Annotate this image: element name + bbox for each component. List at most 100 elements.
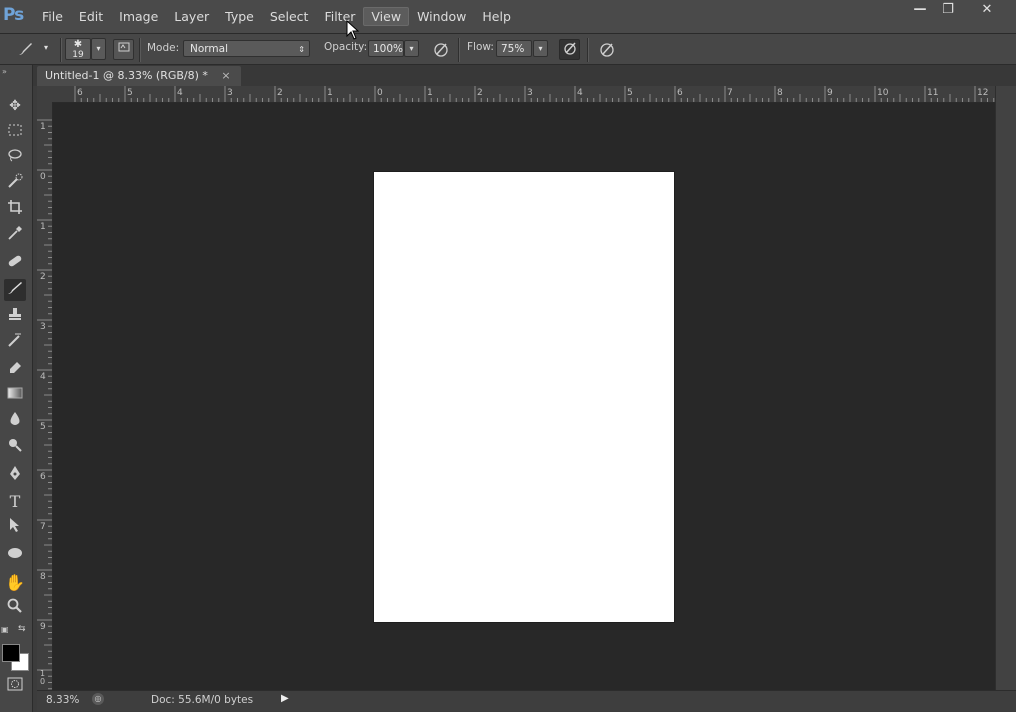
opacity-input[interactable]: 100%: [368, 40, 404, 57]
brush-tool-preset-icon[interactable]: [15, 40, 34, 59]
menu-window[interactable]: Window: [409, 7, 474, 26]
ruler-label: 2: [277, 88, 283, 98]
brush-size-picker[interactable]: ✱ 19: [65, 38, 91, 60]
minimize-button[interactable]: —: [906, 0, 934, 20]
ruler-label: 6: [40, 472, 46, 482]
vertical-scrollbar[interactable]: [995, 86, 1016, 690]
document-tab-title: Untitled-1 @ 8.33% (RGB/8) *: [45, 69, 208, 82]
ruler-label: 2: [477, 88, 483, 98]
opacity-label: Opacity:: [324, 41, 368, 53]
flow-label: Flow:: [467, 41, 494, 53]
menu-edit[interactable]: Edit: [71, 7, 111, 26]
vertical-ruler[interactable]: 1 0 1 2 3 4 5 6 7 8 9 1 0: [37, 102, 53, 690]
ruler-label: 3: [40, 322, 46, 332]
ruler-ticks-top: [74, 86, 995, 102]
close-tab-icon[interactable]: ×: [221, 69, 230, 82]
quick-selection-tool-icon[interactable]: [4, 173, 26, 195]
brush-tip-icon: ✱: [73, 39, 83, 50]
status-options-icon[interactable]: ◎: [92, 693, 104, 705]
ruler-label: 2: [40, 272, 46, 282]
menu-image[interactable]: Image: [111, 7, 166, 26]
flow-input[interactable]: 75%: [496, 40, 532, 57]
dodge-tool-icon[interactable]: [4, 437, 26, 459]
ruler-label: 5: [627, 88, 633, 98]
document-canvas[interactable]: [374, 172, 674, 622]
type-tool-icon[interactable]: T: [4, 491, 26, 513]
ruler-label: 4: [40, 372, 46, 382]
photoshop-logo: Ps: [3, 5, 24, 25]
ruler-label: 11: [927, 88, 939, 98]
ruler-label: 4: [577, 88, 583, 98]
airbrush-icon[interactable]: [559, 39, 580, 60]
ruler-label: 6: [677, 88, 683, 98]
brush-tool-icon[interactable]: [4, 279, 26, 301]
document-info: Doc: 55.6M/0 bytes: [151, 694, 254, 706]
ellipse-tool-icon[interactable]: [4, 544, 26, 566]
menu-layer[interactable]: Layer: [166, 7, 217, 26]
zoom-level[interactable]: 8.33%: [46, 694, 79, 706]
updown-icon: ⇕: [298, 45, 305, 54]
menu-select[interactable]: Select: [262, 7, 317, 26]
pressure-size-icon[interactable]: [597, 40, 616, 59]
history-brush-tool-icon[interactable]: [4, 332, 26, 354]
brush-size-dropdown[interactable]: ▾: [91, 38, 106, 60]
foreground-color-swatch[interactable]: [2, 644, 20, 662]
lasso-tool-icon[interactable]: [4, 147, 26, 169]
pressure-opacity-icon[interactable]: [431, 40, 450, 59]
quick-mask-icon[interactable]: [4, 676, 26, 698]
gradient-tool-icon[interactable]: [4, 385, 26, 407]
ruler-origin[interactable]: [37, 86, 52, 102]
brush-panel-toggle-icon[interactable]: [113, 39, 134, 60]
marquee-tool-icon[interactable]: [4, 121, 26, 143]
menu-type[interactable]: Type: [217, 7, 262, 26]
hand-tool-icon[interactable]: ✋: [4, 572, 26, 594]
zoom-tool-icon[interactable]: [4, 598, 26, 620]
status-menu-arrow-icon[interactable]: ▶: [281, 693, 289, 704]
crop-tool-icon[interactable]: [4, 199, 26, 221]
ruler-label: 9: [827, 88, 833, 98]
maximize-button[interactable]: ❐: [934, 0, 962, 20]
menu-view[interactable]: View: [363, 7, 410, 26]
healing-brush-tool-icon[interactable]: [4, 253, 26, 275]
brush-preset-dropdown[interactable]: ▾: [40, 40, 52, 57]
separator: [587, 38, 589, 62]
collapse-icon[interactable]: »: [2, 67, 7, 76]
menu-help[interactable]: Help: [474, 7, 519, 26]
toolbox: » ✥ T ✋ ▣ ⇆: [0, 65, 33, 712]
ruler-label: 10: [877, 88, 889, 98]
ruler-label: 1: [327, 88, 333, 98]
menu-bar: Ps File Edit Image Layer Type Select Fil…: [0, 0, 1016, 34]
pen-tool-icon[interactable]: [4, 465, 26, 487]
mode-select[interactable]: Normal ⇕: [183, 40, 310, 57]
horizontal-ruler[interactable]: 6 5 4 3 2 1 0 1 2 3 4 5 6 7 8 9 10 11 12: [52, 86, 995, 103]
flow-dropdown[interactable]: ▾: [533, 40, 548, 57]
clone-stamp-tool-icon[interactable]: [4, 306, 26, 328]
ruler-label: 9: [40, 622, 46, 632]
options-bar: ▾ ✱ 19 ▾ Mode: Normal ⇕ Opacity: 100% ▾ …: [0, 34, 1016, 65]
document-tab[interactable]: Untitled-1 @ 8.33% (RGB/8) * ×: [37, 66, 241, 86]
ruler-label: 3: [227, 88, 233, 98]
close-button[interactable]: ✕: [962, 0, 1012, 20]
menu-items: File Edit Image Layer Type Select Filter…: [34, 7, 519, 26]
ruler-label: 12: [977, 88, 989, 98]
ruler-label: 1 0: [40, 669, 46, 686]
separator: [139, 38, 141, 62]
opacity-dropdown[interactable]: ▾: [404, 40, 419, 57]
move-tool-icon[interactable]: ✥: [4, 95, 26, 117]
eyedropper-tool-icon[interactable]: [4, 225, 26, 247]
swap-colors-icon[interactable]: ⇆: [18, 624, 26, 634]
mode-value: Normal: [190, 43, 228, 55]
menu-file[interactable]: File: [34, 7, 71, 26]
ruler-label: 0: [40, 172, 46, 182]
path-selection-tool-icon[interactable]: [4, 517, 26, 539]
default-colors-icon[interactable]: ▣: [1, 625, 9, 634]
ruler-label: 5: [40, 422, 46, 432]
blur-tool-icon[interactable]: [4, 411, 26, 433]
eraser-tool-icon[interactable]: [4, 358, 26, 380]
ruler-label: 8: [40, 572, 46, 582]
document-tab-bar: Untitled-1 @ 8.33% (RGB/8) * ×: [33, 65, 1016, 86]
ruler-label: 7: [40, 522, 46, 532]
ruler-label: 3: [527, 88, 533, 98]
ruler-label: 0: [377, 88, 383, 98]
ruler-label: 4: [177, 88, 183, 98]
